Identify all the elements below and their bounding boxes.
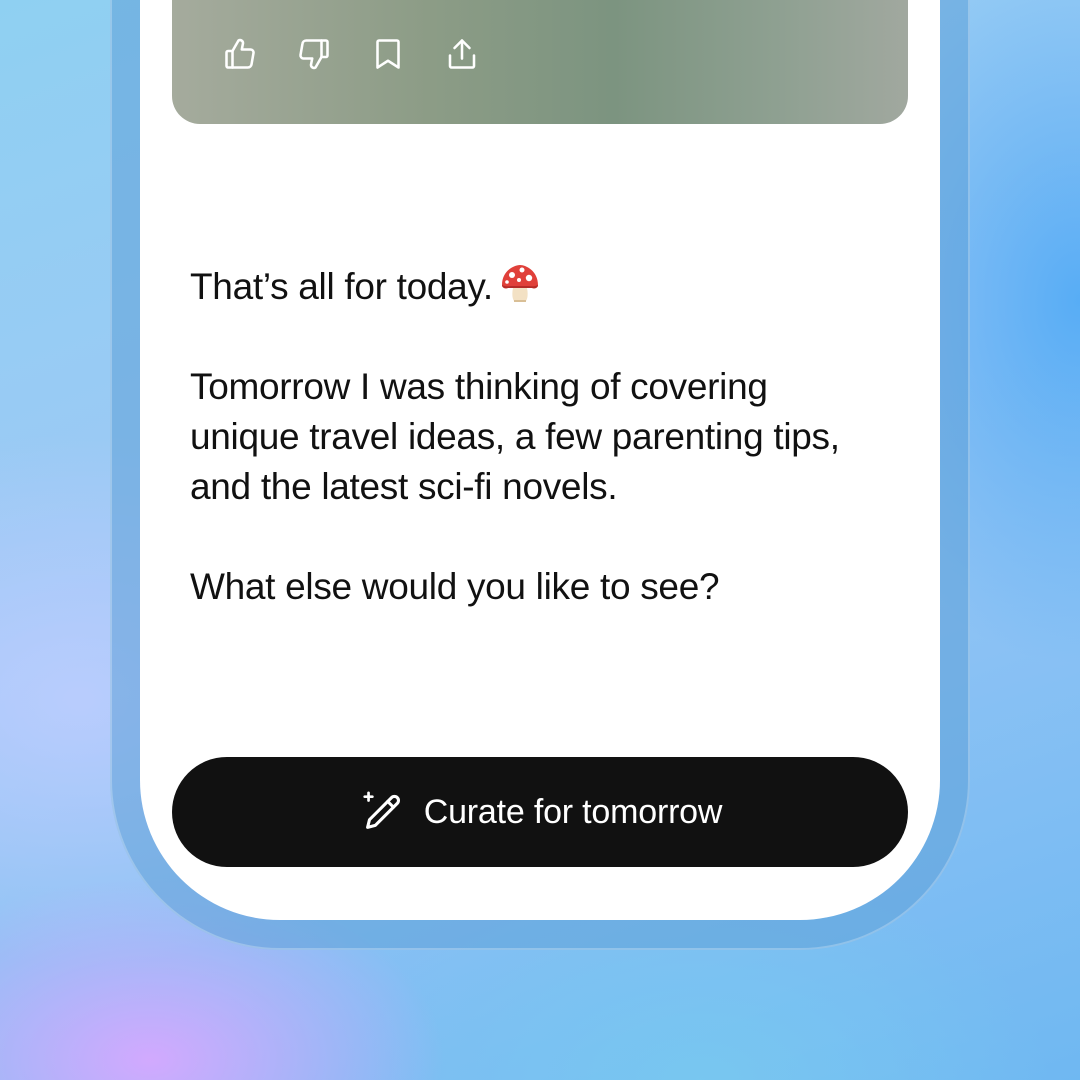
bookmark-icon [376,39,400,69]
message-heading: That’s all for today. [190,262,890,312]
sparkle-pencil-icon [363,791,400,829]
curate-for-tomorrow-button[interactable]: Curate for tomorrow [172,757,908,867]
paragraph-line-1: Tomorrow I was thinking of covering [190,366,768,407]
thumbs-down-button[interactable] [296,36,332,72]
share-icon [448,39,476,69]
thumbs-up-button[interactable] [222,36,258,72]
phone-screen: That’s all for today. Tomorrow I was thi… [140,0,940,920]
media-card[interactable] [172,0,908,124]
paragraph-line-2: unique travel ideas, a few parenting tip… [190,416,840,457]
background: That’s all for today. Tomorrow I was thi… [0,0,1080,1080]
message-body: That’s all for today. Tomorrow I was thi… [190,262,890,612]
thumbs-up-icon [225,38,255,69]
message-question: What else would you like to see? [190,566,720,607]
message-paragraph: Tomorrow I was thinking of covering uniq… [190,362,890,512]
bookmark-button[interactable] [370,36,406,72]
message-heading-text: That’s all for today. [190,266,493,307]
thumbs-down-icon [299,39,329,70]
share-button[interactable] [444,36,480,72]
curate-button-label: Curate for tomorrow [423,792,723,831]
action-row [222,36,480,72]
mushroom-icon [501,265,538,302]
paragraph-line-3: and the latest sci-fi novels. [190,466,618,507]
